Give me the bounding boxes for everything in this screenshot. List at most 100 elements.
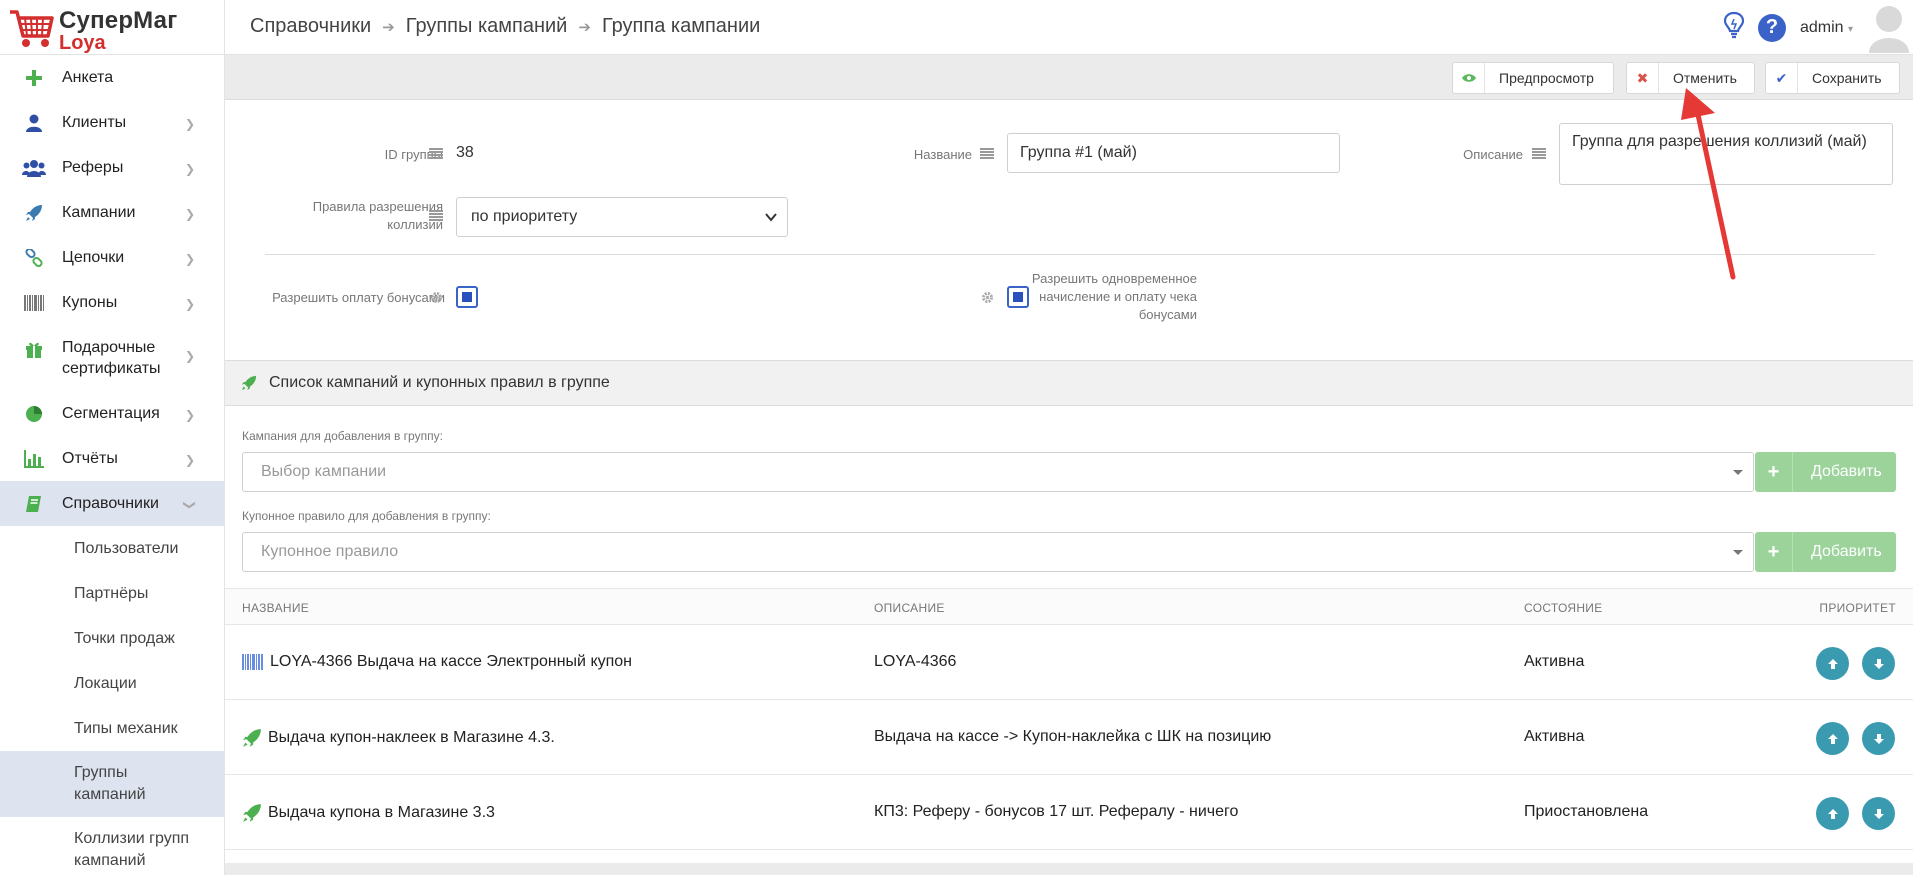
preview-button[interactable]: Предпросмотр [1452,62,1614,94]
row-name: LOYA-4366 Выдача на кассе Электронный ку… [242,653,632,671]
row-name-text: Выдача купона в Магазине 3.3 [268,804,495,821]
avatar[interactable] [1867,3,1911,53]
description-label: Описание [1463,147,1523,162]
breadcrumb-item[interactable]: Справочники [250,15,371,38]
column-header-name[interactable]: НАЗВАНИЕ [242,601,309,615]
caret-down-icon: ▾ [1847,23,1853,35]
sidebar-item-refers[interactable]: Реферы ❯ [0,145,225,190]
arrow-right-icon: ➔ [382,18,395,36]
sidebar-subitem-partners[interactable]: Партнёры [0,571,225,616]
gear-icon [982,292,993,303]
bar-chart-icon [22,448,46,470]
add-campaign-button[interactable]: + Добавить [1755,452,1896,492]
sidebar-item-label: Справочники [62,495,159,512]
row-state: Приостановлена [1524,803,1649,820]
rocket-icon [241,375,257,391]
row-description: LOYA-4366 [874,653,957,670]
gift-icon [22,338,46,360]
table-row[interactable]: Выдача купона в Магазине 3.3 КП3: Реферу… [225,775,1913,850]
collision-rules-select[interactable]: по приоритету [456,197,788,237]
user-menu[interactable]: admin ▾ [1800,19,1853,37]
simultaneous-label-line2: начисление и оплату чека [1039,289,1197,304]
sidebar-subitem-campaign-groups[interactable]: Группы кампаний [0,751,225,817]
campaign-select[interactable]: Выбор кампании [242,452,1754,492]
column-header-priority[interactable]: ПРИОРИТЕТ [1819,601,1896,615]
chevron-right-icon: ❯ [184,251,195,266]
chevron-right-icon: ❯ [184,206,195,221]
description-textarea[interactable]: Группа для разрешения коллизий (май) [1559,123,1893,185]
cancel-button[interactable]: ✖ Отменить [1626,62,1755,94]
sidebar-subitem-group-collisions[interactable]: Коллизии групп кампаний [0,817,225,883]
column-header-state[interactable]: СОСТОЯНИЕ [1524,601,1603,615]
pie-chart-icon [22,403,46,425]
table-row[interactable]: LOYA-4366 Выдача на кассе Электронный ку… [225,625,1913,700]
arrow-right-icon: ➔ [578,18,591,36]
username: admin [1799,18,1844,36]
priority-down-button[interactable] [1862,722,1895,755]
sidebar-item-gift-certificates[interactable]: Подарочные сертификаты ❯ [0,325,225,391]
coupon-rule-select[interactable]: Купонное правило [242,532,1754,572]
row-description: Выдача на кассе -> Купон-наклейка с ШК н… [874,728,1272,745]
sidebar-item-clients[interactable]: Клиенты ❯ [0,100,225,145]
sidebar-item-chains[interactable]: Цепочки ❯ [0,235,225,280]
add-button-label: Добавить [1811,463,1882,480]
list-icon [1532,148,1546,159]
arrow-up-icon [1827,658,1838,669]
sidebar-subitem-users[interactable]: Пользователи [0,526,225,571]
header-right: ? admin ▾ [1723,0,1913,55]
priority-up-button[interactable] [1816,722,1849,755]
priority-down-button[interactable] [1862,647,1895,680]
gear-icon [431,292,442,303]
sidebar-item-anketa[interactable]: Анкета [0,55,225,100]
save-button-label: Сохранить [1812,70,1882,86]
lightbulb-icon[interactable] [1723,11,1745,44]
logo[interactable]: СуперМаг Loya [8,4,218,54]
name-label: Название [913,147,972,162]
caret-down-icon [1733,470,1743,475]
barcode-icon [22,292,46,314]
sidebar-item-label: Кампании [62,204,136,221]
priority-up-button[interactable] [1816,797,1849,830]
help-icon[interactable]: ? [1757,13,1786,42]
table-row[interactable]: Выдача купон-наклеек в Магазине 4.3. Выд… [225,700,1913,775]
chevron-right-icon: ❯ [184,116,195,131]
sidebar-menu: Анкета Клиенты ❯ Реферы ❯ Кампании ❯ Цеп… [0,55,225,883]
footer-strip [225,863,1913,875]
eye-icon [1453,63,1485,93]
chevron-right-icon: ❯ [184,349,195,363]
collision-rules-label-line1: Правила разрешения [312,199,443,214]
allow-bonus-checkbox[interactable] [456,286,478,308]
sidebar-subitem-points-of-sale[interactable]: Точки продаж [0,616,225,661]
priority-up-button[interactable] [1816,647,1849,680]
sidebar-item-campaigns[interactable]: Кампании ❯ [0,190,225,235]
priority-down-button[interactable] [1862,797,1895,830]
chain-icon [22,247,46,269]
sidebar-item-label: Подарочные сертификаты [62,339,161,377]
sidebar-item-reports[interactable]: Отчёты ❯ [0,436,225,481]
breadcrumb-item[interactable]: Группы кампаний [406,15,568,38]
list-icon [429,210,443,221]
campaigns-section-header: Список кампаний и купонных правил в груп… [225,360,1913,406]
breadcrumb: Справочники ➔ Группы кампаний ➔ Группа к… [250,15,760,38]
campaign-select-label: Кампания для добавления в группу: [242,429,443,443]
brand-subname: Loya [59,32,106,54]
add-coupon-rule-button[interactable]: + Добавить [1755,532,1896,572]
book-icon [22,493,46,515]
list-icon [980,148,994,159]
save-button[interactable]: ✔ Сохранить [1765,62,1900,94]
chevron-right-icon: ❯ [184,161,195,176]
table-header: НАЗВАНИЕ ОПИСАНИЕ СОСТОЯНИЕ ПРИОРИТЕТ [225,588,1913,625]
sidebar-item-directories[interactable]: Справочники ❯ [0,481,225,526]
column-header-description[interactable]: ОПИСАНИЕ [874,601,945,615]
arrow-down-icon [1873,808,1884,819]
sidebar-subitem-locations[interactable]: Локации [0,661,225,706]
sidebar-subitem-mechanic-types[interactable]: Типы механик [0,706,225,751]
name-input[interactable]: Группа #1 (май) [1007,133,1340,173]
sidebar-item-segmentation[interactable]: Сегментация ❯ [0,391,225,436]
simultaneous-checkbox[interactable] [1007,286,1029,308]
sidebar-item-coupons[interactable]: Купоны ❯ [0,280,225,325]
group-form: ID группы 38 Название Группа #1 (май) Оп… [225,100,1913,360]
sidebar-subitem-label: Коллизии групп кампаний [74,830,190,869]
arrow-down-icon [1873,658,1884,669]
chevron-right-icon: ❯ [184,407,195,422]
